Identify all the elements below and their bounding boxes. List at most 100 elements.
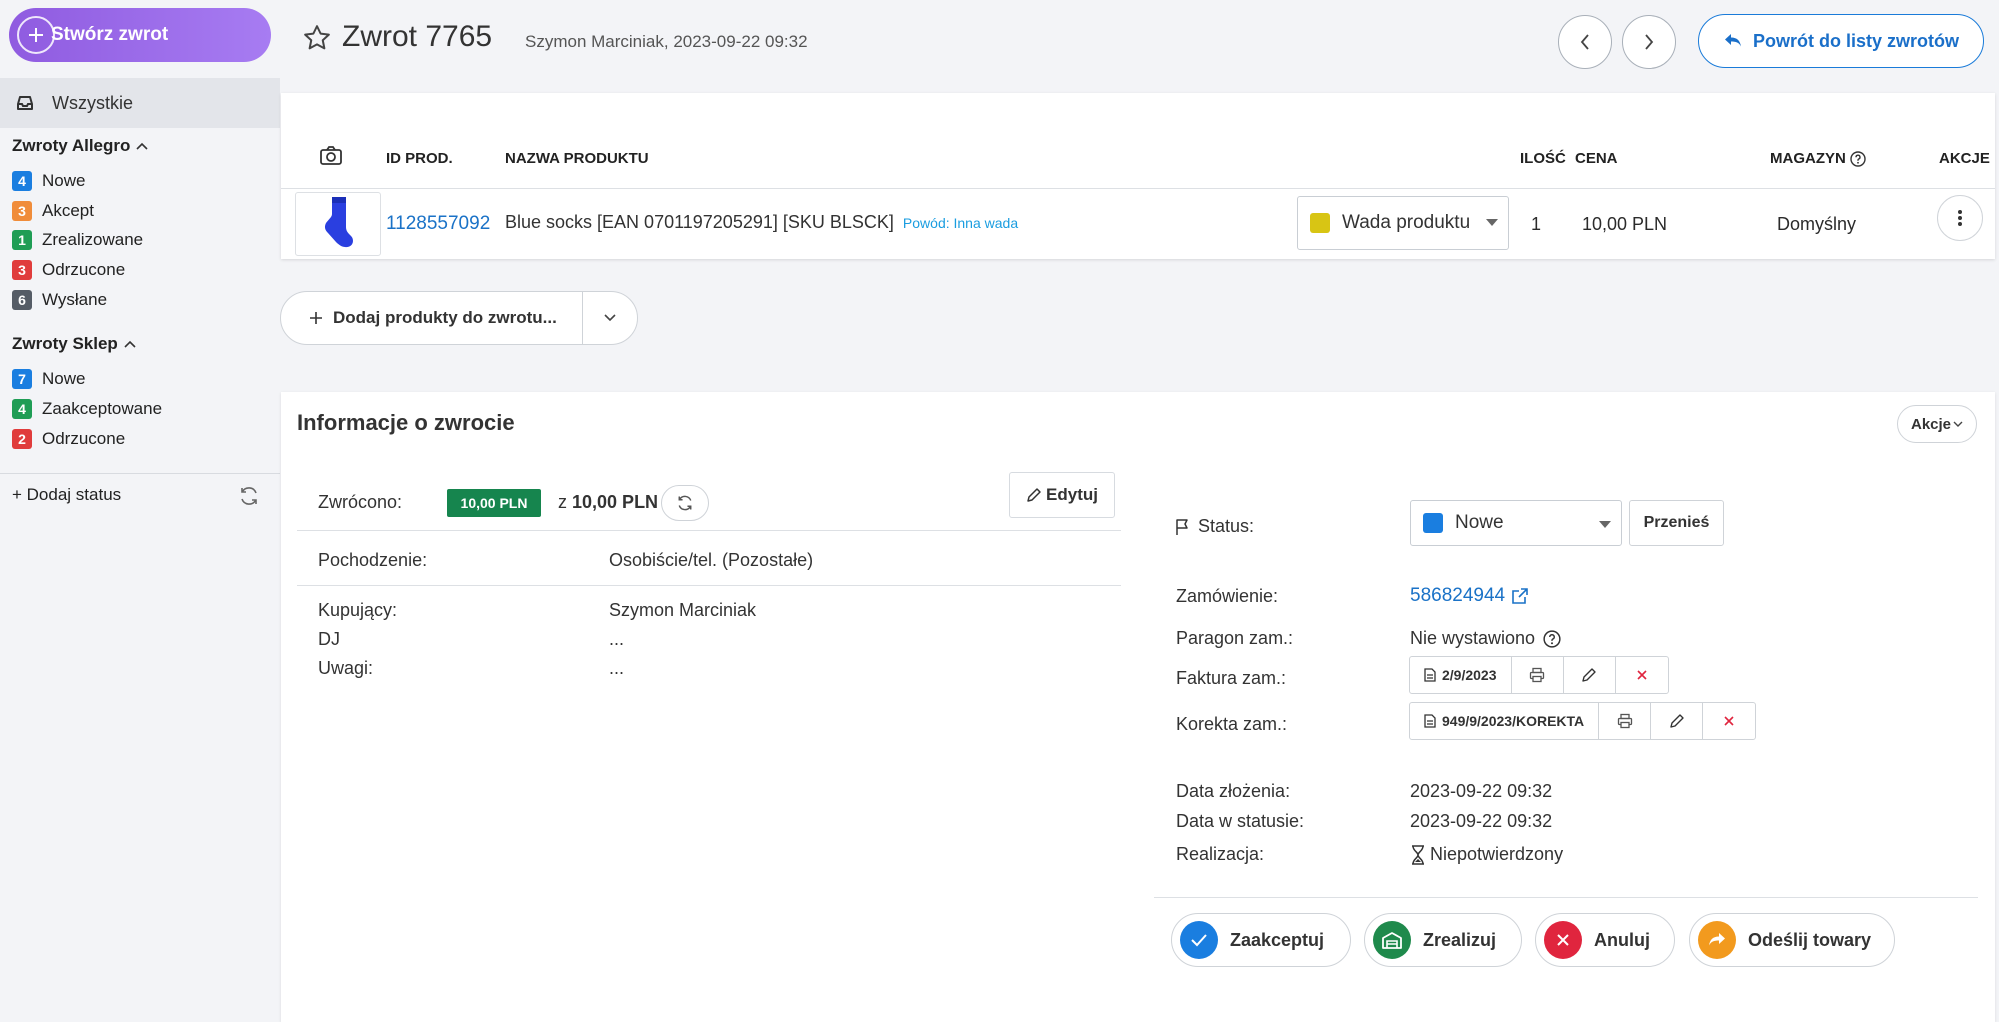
correction-delete-button[interactable] <box>1703 703 1755 739</box>
inbox-icon <box>16 95 34 111</box>
date-submitted-value: 2023-09-22 09:32 <box>1410 781 1553 801</box>
correction-print-button[interactable] <box>1599 703 1652 739</box>
shop-group-header[interactable]: Zwroty Sklep <box>12 334 136 354</box>
products-table: ID PROD. NAZWA PRODUKTU ILOŚĆ CENA MAGAZ… <box>281 93 1995 259</box>
returned-label: Zwrócono: <box>318 492 403 512</box>
order-number: 586824944 <box>1410 585 1506 606</box>
order-link[interactable]: 586824944 <box>1410 585 1529 607</box>
col-header-warehouse-label: MAGAZYN <box>1770 150 1846 167</box>
status-select[interactable]: Nowe <box>1410 500 1622 546</box>
table-divider <box>281 188 1995 189</box>
sidebar-item-allegro-nowe[interactable]: 4 Nowe <box>12 170 85 192</box>
sidebar-item-shop-zaakceptowane[interactable]: 4 Zaakceptowane <box>12 398 162 420</box>
chevron-up-icon <box>124 340 136 348</box>
camera-icon <box>319 145 343 167</box>
returned-of-value: 10,00 PLN <box>572 492 659 512</box>
sidebar: Stwórz zwrot Wszystkie Zwroty Allegro 4 … <box>0 0 280 1022</box>
sidebar-item-label: Akcept <box>42 201 94 220</box>
add-products-split-button: Dodaj produkty do zwrotu... <box>280 291 638 345</box>
invoice-edit-button[interactable] <box>1564 657 1616 693</box>
origin-label: Pochodzenie: <box>318 550 428 570</box>
invoice-delete-button[interactable] <box>1616 657 1668 693</box>
move-button[interactable]: Przenieś <box>1629 500 1724 546</box>
realization-value: Niepotwierdzony <box>1410 844 1563 865</box>
create-return-button[interactable]: Stwórz zwrot <box>9 8 271 62</box>
product-id-link[interactable]: 1128557092 <box>386 213 490 235</box>
help-icon[interactable] <box>1850 150 1866 167</box>
sidebar-item-label: Nowe <box>42 171 86 190</box>
date-status-value: 2023-09-22 09:32 <box>1410 811 1553 831</box>
warehouse-icon <box>1373 921 1411 959</box>
buyer-value: Szymon Marciniak <box>609 600 757 620</box>
info-actions-label: Akcje <box>1910 415 1952 433</box>
divider <box>297 530 1121 531</box>
sidebar-item-allegro-zrealizowane[interactable]: 1 Zrealizowane <box>12 229 143 251</box>
edit-label: Edytuj <box>1046 485 1098 504</box>
product-thumbnail[interactable] <box>295 192 381 256</box>
info-actions-button[interactable]: Akcje <box>1897 405 1977 443</box>
sidebar-item-all[interactable]: Wszystkie <box>0 78 280 128</box>
col-header-id: ID PROD. <box>386 150 453 167</box>
sidebar-item-label: Nowe <box>42 369 86 388</box>
accept-button[interactable]: Zaakceptuj <box>1171 913 1351 967</box>
caret-down-icon <box>1599 521 1611 528</box>
send-back-button[interactable]: Odeślij towary <box>1689 913 1895 967</box>
product-name: Blue socks [EAN 0701197205291] [SKU BLSC… <box>505 212 1018 233</box>
allegro-group-header[interactable]: Zwroty Allegro <box>12 136 148 156</box>
document-icon <box>1424 714 1436 728</box>
reason-select[interactable]: Wada produktu <box>1297 196 1509 250</box>
sidebar-item-label: Zaakceptowane <box>42 399 163 418</box>
count-badge: 3 <box>12 260 32 280</box>
row-actions-button[interactable] <box>1937 195 1983 241</box>
invoice-number: 2/9/2023 <box>1442 667 1497 683</box>
flag-icon <box>1174 518 1192 536</box>
invoice-print-button[interactable] <box>1512 657 1564 693</box>
sidebar-item-shop-odrzucone[interactable]: 2 Odrzucone <box>12 428 125 450</box>
realize-button[interactable]: Zrealizuj <box>1364 913 1522 967</box>
reason-select-value: Wada produktu <box>1342 212 1471 233</box>
invoice-document-button[interactable]: 2/9/2023 <box>1410 657 1512 693</box>
sidebar-item-shop-nowe[interactable]: 7 Nowe <box>12 368 85 390</box>
product-reason: Powód: Inna wada <box>902 215 1019 231</box>
section-title: Informacje o zwrocie <box>297 410 515 435</box>
sidebar-divider <box>0 473 280 474</box>
prev-return-button[interactable] <box>1558 15 1612 69</box>
add-products-button[interactable]: Dodaj produkty do zwrotu... <box>281 292 583 344</box>
back-to-list-button[interactable]: Powrót do listy zwrotów <box>1698 14 1984 68</box>
sidebar-item-label: Zrealizowane <box>42 230 144 249</box>
origin-value: Osobiście/tel. (Pozostałe) <box>609 550 814 570</box>
sidebar-item-label: Odrzucone <box>42 260 126 279</box>
plus-icon <box>309 311 323 325</box>
check-icon <box>1180 921 1218 959</box>
add-status-link[interactable]: + Dodaj status <box>12 485 121 505</box>
sidebar-item-allegro-odrzucone[interactable]: 3 Odrzucone <box>12 259 125 281</box>
col-header-name: NAZWA PRODUKTU <box>505 150 649 167</box>
reason-color-swatch <box>1310 213 1330 233</box>
caret-down-icon <box>1486 219 1498 226</box>
returned-of: z 10,00 PLN <box>558 492 658 513</box>
page-title: Zwrot 7765 <box>342 20 493 53</box>
edit-button[interactable]: Edytuj <box>1009 472 1115 518</box>
correction-document-button[interactable]: 949/9/2023/KOREKTA <box>1410 703 1600 739</box>
printer-icon <box>1529 667 1545 683</box>
correction-edit-button[interactable] <box>1651 703 1704 739</box>
sidebar-item-allegro-akcept[interactable]: 3 Akcept <box>12 200 94 222</box>
recalculate-button[interactable] <box>661 485 709 521</box>
help-icon[interactable] <box>1543 629 1561 648</box>
count-badge: 4 <box>12 171 32 191</box>
star-icon[interactable] <box>302 23 332 53</box>
sidebar-item-allegro-wyslane[interactable]: 6 Wysłane <box>12 289 107 311</box>
return-meta: Szymon Marciniak, 2023-09-22 09:32 <box>525 32 808 51</box>
add-products-dropdown[interactable] <box>583 292 637 344</box>
allegro-group-title: Zwroty Allegro <box>12 136 131 155</box>
refresh-icon[interactable] <box>238 485 260 507</box>
notes-value: ... <box>609 658 625 678</box>
send-back-label: Odeślij towary <box>1748 929 1872 950</box>
external-link-icon <box>1511 587 1529 605</box>
shop-group-title: Zwroty Sklep <box>12 334 118 353</box>
chevron-down-icon <box>604 314 616 322</box>
next-return-button[interactable] <box>1622 15 1676 69</box>
status-label-text: Status: <box>1198 516 1255 536</box>
pencil-icon <box>1669 713 1685 729</box>
cancel-button[interactable]: Anuluj <box>1535 913 1675 967</box>
